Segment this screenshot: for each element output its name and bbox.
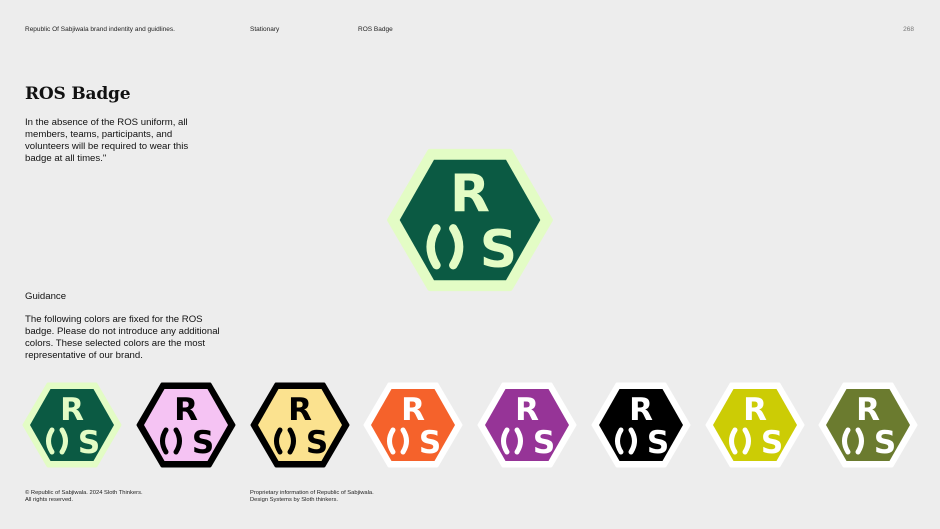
badge-letter-r: R [856,392,880,428]
section-label: Stationary [250,26,280,33]
badge-variant: R S [136,382,236,468]
badge-letter-s: S [306,425,328,461]
badge-letter-s: S [874,425,896,461]
badge-letter-s: S [78,425,100,461]
badge-variant: R S [591,382,691,468]
badge-letter-r: R [743,392,767,428]
badge-letter-r: R [450,165,490,225]
ros-badge-logo: R S [387,148,553,292]
page-title: ROS Badge [25,84,131,104]
badge-letter-s: S [647,425,669,461]
badge-variant: R S [705,382,805,468]
proprietary-notice: Proprietary information of Republic of S… [250,490,374,504]
badge-letter-s: S [761,425,783,461]
badge-letter-r: R [629,392,653,428]
badge-letter-s: S [419,425,441,461]
subsection-label: ROS Badge [358,26,393,33]
badge-letter-r: R [60,392,84,428]
badge-color-variants: R S R S R S R S R S R S R S R S [0,382,940,468]
brand-guideline-title: Republic Of Sabjiwala brand indentity an… [25,26,175,33]
badge-letter-r: R [401,392,425,428]
rights-line: All rights reserved. [25,497,74,503]
badge-variant: R S [363,382,463,468]
copyright-notice: © Republic of Sabjiwala. 2024 Sloth Thin… [25,490,143,504]
intro-text: In the absence of the ROS uniform, all m… [25,117,189,164]
badge-variant: R S [818,382,918,468]
copyright-line: © Republic of Sabjiwala. 2024 Sloth Thin… [25,490,143,496]
guidance-text: The following colors are fixed for the R… [25,314,220,361]
page-number: 268 [903,26,914,33]
badge-letter-s: S [533,425,555,461]
badge-letter-s: S [480,220,517,280]
badge-letter-r: R [174,392,198,428]
badge-letter-r: R [515,392,539,428]
badge-variant: R S [477,382,577,468]
badge-letter-r: R [288,392,312,428]
badge-variant: R S [22,382,122,468]
guidance-heading: Guidance [25,291,67,302]
badge-variant: R S [250,382,350,468]
design-systems-line: Design Systems by Sloth thinkers. [250,497,338,503]
badge-letter-s: S [192,425,214,461]
proprietary-line: Proprietary information of Republic of S… [250,490,374,496]
